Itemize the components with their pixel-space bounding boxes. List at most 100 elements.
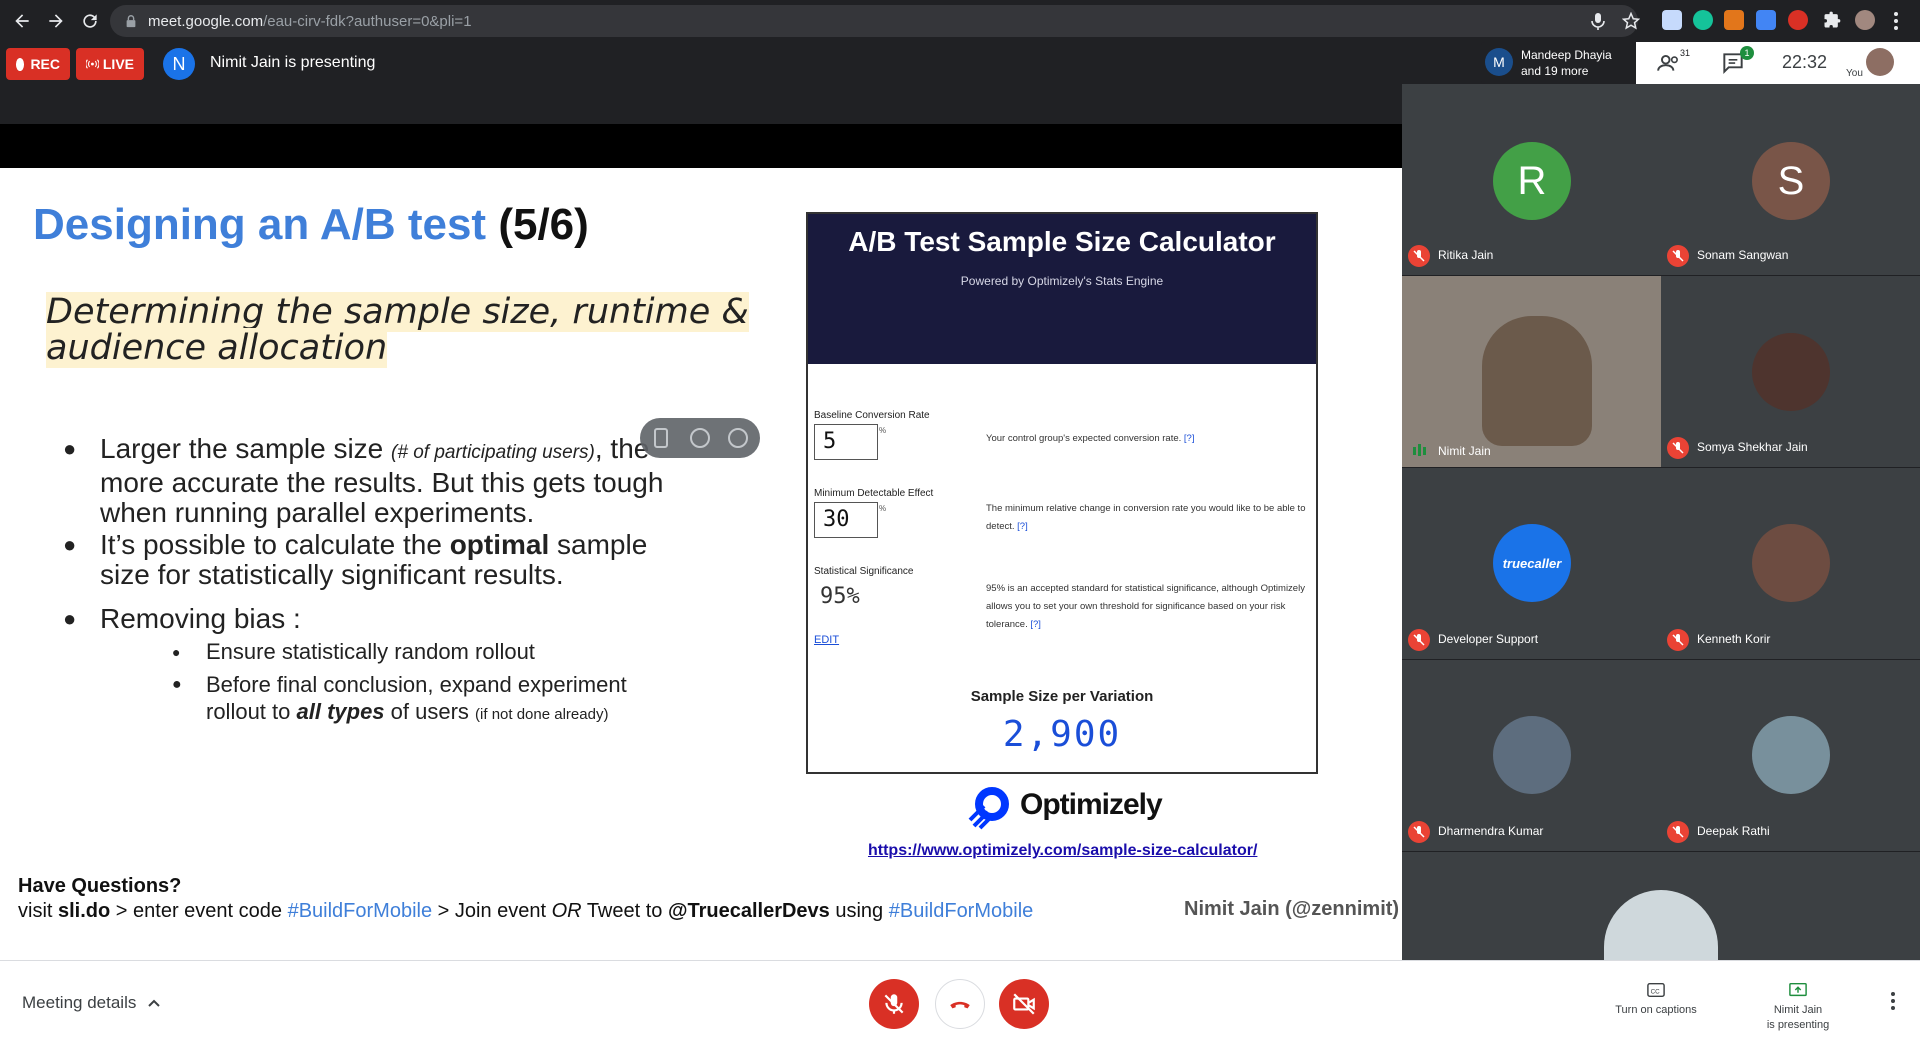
- meeting-details-button[interactable]: Meeting details: [22, 993, 161, 1013]
- extension-grammarly-icon[interactable]: [1693, 10, 1713, 30]
- participant-tile[interactable]: R Ritika Jain: [1402, 84, 1661, 275]
- bullet-dot-icon: ●: [63, 436, 77, 461]
- participant-name: Developer Support: [1438, 632, 1539, 646]
- self-view-tile[interactable]: [1402, 852, 1920, 960]
- calculator-title: A/B Test Sample Size Calculator: [848, 226, 1276, 257]
- forward-arrow-icon[interactable]: [44, 9, 68, 33]
- pin-icon[interactable]: [654, 428, 668, 448]
- footer-visit: visit: [18, 900, 58, 922]
- mic-toggle-button[interactable]: [869, 979, 919, 1029]
- bullet-2-text-a: It’s possible to calculate the: [100, 529, 450, 560]
- viewer-name: Mandeep Dhayia: [1521, 48, 1612, 62]
- mute-tile-icon[interactable]: [690, 428, 710, 448]
- lock-icon: [126, 15, 136, 28]
- self-avatar[interactable]: [1866, 48, 1894, 76]
- url-path: /eau-cirv-fdk?authuser=0&pli=1: [263, 12, 472, 30]
- mic-off-icon: [1408, 821, 1430, 843]
- edit-link[interactable]: EDIT: [814, 634, 839, 646]
- remove-tile-icon[interactable]: [728, 428, 748, 448]
- mde-input[interactable]: 30: [814, 502, 878, 538]
- mic-off-icon: [1408, 629, 1430, 651]
- baseline-input[interactable]: 5: [814, 424, 878, 460]
- people-count: 31: [1680, 48, 1691, 58]
- puzzle-icon[interactable]: [1822, 10, 1842, 30]
- videocam-off-icon: [1013, 993, 1035, 1015]
- participant-tile[interactable]: truecaller Developer Support: [1402, 468, 1661, 659]
- mic-off-icon: [1408, 245, 1430, 267]
- address-bar[interactable]: meet.google.com/eau-cirv-fdk?authuser=0&…: [110, 5, 1638, 37]
- participant-tile[interactable]: Somya Shekhar Jain: [1661, 276, 1920, 467]
- participant-grid: R Ritika Jain S Sonam Sangwan Nimit Jain…: [1402, 84, 1920, 960]
- captions-button[interactable]: CC Turn on captions: [1596, 981, 1716, 1018]
- footer-hashtag-1: #BuildForMobile: [287, 900, 433, 922]
- extension-translate-icon[interactable]: [1756, 10, 1776, 30]
- url-host: meet.google.com: [148, 12, 264, 30]
- microphone-icon[interactable]: [1590, 12, 1606, 30]
- mde-percent: %: [879, 504, 887, 513]
- star-icon[interactable]: [1622, 12, 1640, 30]
- people-icon[interactable]: [1656, 50, 1682, 76]
- sub-bullet-1-text: Ensure statistically random rollout: [206, 639, 535, 664]
- participant-photo-avatar: [1752, 333, 1830, 411]
- footer-using: using: [829, 900, 889, 922]
- speaking-indicator-icon: [1413, 444, 1426, 456]
- clock: 22:32: [1782, 52, 1828, 72]
- significance-label: Statistical Significance: [814, 566, 914, 577]
- slide-number: (5/6): [498, 200, 589, 249]
- baseline-label: Baseline Conversion Rate: [814, 410, 930, 421]
- mde-help-link[interactable]: [?]: [1017, 521, 1028, 532]
- meeting-controls-bar: Meeting details CC Turn on captions Nimi…: [0, 960, 1920, 1042]
- rec-label: REC: [30, 56, 60, 72]
- sig-help-link[interactable]: [?]: [1030, 619, 1041, 630]
- extension-fox-icon[interactable]: [1724, 10, 1744, 30]
- more-vert-icon[interactable]: [1893, 11, 1899, 31]
- captions-label: Turn on captions: [1615, 1004, 1697, 1016]
- bullet-1-note: (# of participating users): [391, 442, 595, 463]
- calculator-screenshot: A/B Test Sample Size Calculator Powered …: [806, 212, 1318, 774]
- slide-footer-questions: Have Questions? visit sli.do > enter eve…: [18, 874, 1033, 924]
- participant-video-tile[interactable]: Nimit Jain: [1402, 276, 1661, 467]
- participant-photo-avatar: [1752, 716, 1830, 794]
- svg-text:CC: CC: [1651, 989, 1661, 996]
- extension-mail-icon[interactable]: [1662, 10, 1682, 30]
- leave-call-button[interactable]: [935, 979, 985, 1029]
- bullet-1-line-2: more accurate the results. But this gets…: [100, 467, 664, 498]
- recording-badge: REC: [6, 48, 70, 80]
- viewers-chip[interactable]: M Mandeep Dhayia and 19 more: [1481, 42, 1635, 84]
- participant-tile[interactable]: Kenneth Korir: [1661, 468, 1920, 659]
- camera-toggle-button[interactable]: [999, 979, 1049, 1029]
- slide-subtitle: Determining the sample size, runtime & a…: [46, 292, 749, 368]
- viewer-avatar: M: [1485, 48, 1513, 76]
- significance-description: 95% is an accepted standard for statisti…: [986, 580, 1310, 634]
- participant-avatar: R: [1493, 142, 1571, 220]
- participant-tile[interactable]: S Sonam Sangwan: [1661, 84, 1920, 275]
- presentation-controls[interactable]: [640, 418, 760, 458]
- extension-red-icon[interactable]: [1788, 10, 1808, 30]
- bullet-dot-icon: ●: [63, 606, 77, 631]
- back-arrow-icon[interactable]: [10, 9, 34, 33]
- participant-avatar: truecaller: [1493, 524, 1571, 602]
- bullet-1-text-a: Larger the sample size: [100, 433, 392, 464]
- presenting-line-1: Nimit Jain: [1773, 1004, 1823, 1016]
- calculator-link[interactable]: https://www.optimizely.com/sample-size-c…: [868, 842, 1257, 860]
- slide-author: Nimit Jain (@zennimit): [1184, 898, 1400, 920]
- profile-avatar[interactable]: [1855, 10, 1875, 30]
- reload-icon[interactable]: [78, 9, 102, 33]
- mde-description: The minimum relative change in conversio…: [986, 500, 1310, 536]
- sample-size-label: Sample Size per Variation: [970, 688, 1154, 705]
- participant-tile[interactable]: Dharmendra Kumar: [1402, 660, 1661, 851]
- footer-question-title: Have Questions?: [18, 875, 182, 897]
- participant-tile[interactable]: Deepak Rathi: [1661, 660, 1920, 851]
- footer-handle: @TruecallerDevs: [667, 900, 830, 922]
- presenting-button[interactable]: Nimit Jain is presenting: [1738, 981, 1858, 1033]
- bullet-optimal: ● It’s possible to calculate the optimal…: [63, 529, 648, 590]
- participant-name: Ritika Jain: [1438, 248, 1494, 262]
- bullet-2-line-2: size for statistically significant resul…: [100, 559, 564, 590]
- bullet-2-text-b: sample: [549, 529, 648, 560]
- more-options-icon[interactable]: [1890, 991, 1896, 1011]
- sub-bullet-2-line-1: Before final conclusion, expand experime…: [206, 672, 627, 697]
- footer-or: OR: [551, 900, 582, 922]
- baseline-help-link[interactable]: [?]: [1184, 433, 1195, 444]
- mic-off-icon: [1667, 629, 1689, 651]
- footer-mid: > enter event code: [110, 900, 288, 922]
